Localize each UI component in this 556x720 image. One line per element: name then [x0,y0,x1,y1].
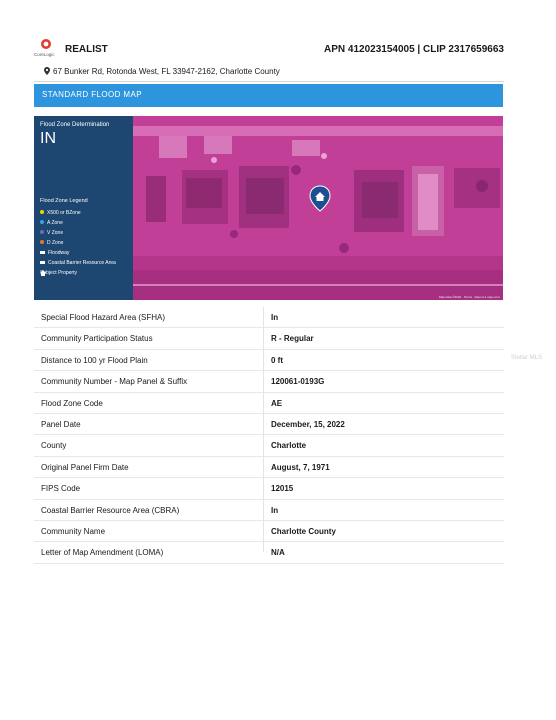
property-address: 67 Bunker Rd, Rotonda West, FL 33947-216… [44,67,280,76]
row-value: December, 15, 2022 [271,419,345,429]
table-row: Flood Zone Code AE [34,393,504,414]
white-square-icon [40,251,45,254]
table-row: Community Name Charlotte County [34,521,504,543]
row-label: Community Participation Status [41,334,153,344]
address-text: 67 Bunker Rd, Rotonda West, FL 33947-216… [53,67,280,76]
row-label: Letter of Map Amendment (LOMA) [41,548,164,558]
legend-title: Flood Zone Legend [40,198,88,204]
zone-determination-label: Flood Zone Determination [40,122,110,128]
row-value: R - Regular [271,334,314,344]
row-value: N/A [271,548,285,558]
row-label: Original Panel Firm Date [41,462,129,472]
banner-title: STANDARD FLOOD MAP [42,90,142,99]
location-pin-icon [44,67,50,75]
row-label: FIPS Code [41,484,81,494]
header-divider [34,81,504,82]
row-value: Charlotte [271,441,307,451]
table-row: Community Number - Map Panel & Suffix 120… [34,371,504,393]
row-label: Panel Date [41,419,81,429]
blue-dot-icon [40,220,44,224]
row-label: County [41,441,67,451]
row-value: 120061-0193G [271,377,325,387]
legend-item-d-zone: D Zone [40,240,63,246]
brand-name: REALIST [65,44,108,55]
report-header: CoreLogic REALIST APN 412023154005 | CLI… [34,38,504,62]
logo-mark-icon [41,39,51,49]
zone-determination-value: IN [40,130,56,147]
row-label: Coastal Barrier Resource Area (CBRA) [41,505,180,515]
table-row: Special Flood Hazard Area (SFHA) In [34,307,504,329]
table-row: Coastal Barrier Resource Area (CBRA) In [34,500,504,521]
column-divider [263,307,264,552]
logo-text: CoreLogic [34,52,55,57]
flood-map: Flood Zone Determination IN Flood Zone L… [34,116,503,300]
table-row: Original Panel Firm Date August, 7, 1971 [34,457,504,479]
row-value: 12015 [271,484,294,494]
row-value: Charlotte County [271,526,336,536]
row-value: AE [271,398,283,408]
legend-item-floodway: Floodway [40,250,69,256]
row-value: In [271,313,279,322]
table-row: FIPS Code 12015 [34,478,504,500]
table-row: Community Participation Status R - Regula… [34,328,504,350]
legend-item-cbra: Coastal Barrier Resource Area [40,260,116,266]
yellow-dot-icon [40,210,44,214]
row-value: In [271,505,279,515]
row-value: August, 7, 1971 [271,462,330,472]
flood-details-table: Special Flood Hazard Area (SFHA) In Commu… [34,307,504,564]
orange-dot-icon [40,240,44,244]
map-attribution: Map data ©2022 · Terms · Report a map er… [438,295,500,299]
corelogic-logo: CoreLogic [34,38,58,60]
legend-item-x500: X500 or BZone [40,210,81,216]
legend-item-subject-property: Subject Property [40,270,77,276]
row-label: Flood Zone Code [41,398,103,408]
home-pin-icon [40,270,46,276]
flood-legend-panel: Flood Zone Determination IN Flood Zone L… [34,116,133,300]
white-square-icon [40,261,45,264]
legend-item-v-zone: V Zone [40,230,63,236]
apn-clip: APN 412023154005 | CLIP 2317659663 [324,44,504,55]
table-row: County Charlotte [34,435,504,457]
table-row: Distance to 100 yr Flood Plain 0 ft [34,350,504,372]
table-row: Letter of Map Amendment (LOMA) N/A [34,542,504,564]
purple-dot-icon [40,230,44,234]
row-label: Special Flood Hazard Area (SFHA) [41,313,166,322]
row-label: Distance to 100 yr Flood Plain [41,355,148,365]
table-row: Panel Date December, 15, 2022 [34,414,504,436]
row-label: Community Number - Map Panel & Suffix [41,377,188,387]
section-banner: STANDARD FLOOD MAP [34,84,503,107]
mls-watermark: Stellar MLS [511,355,543,361]
row-label: Community Name [41,526,106,536]
row-value: 0 ft [271,355,283,365]
legend-item-a-zone: A Zone [40,220,63,226]
